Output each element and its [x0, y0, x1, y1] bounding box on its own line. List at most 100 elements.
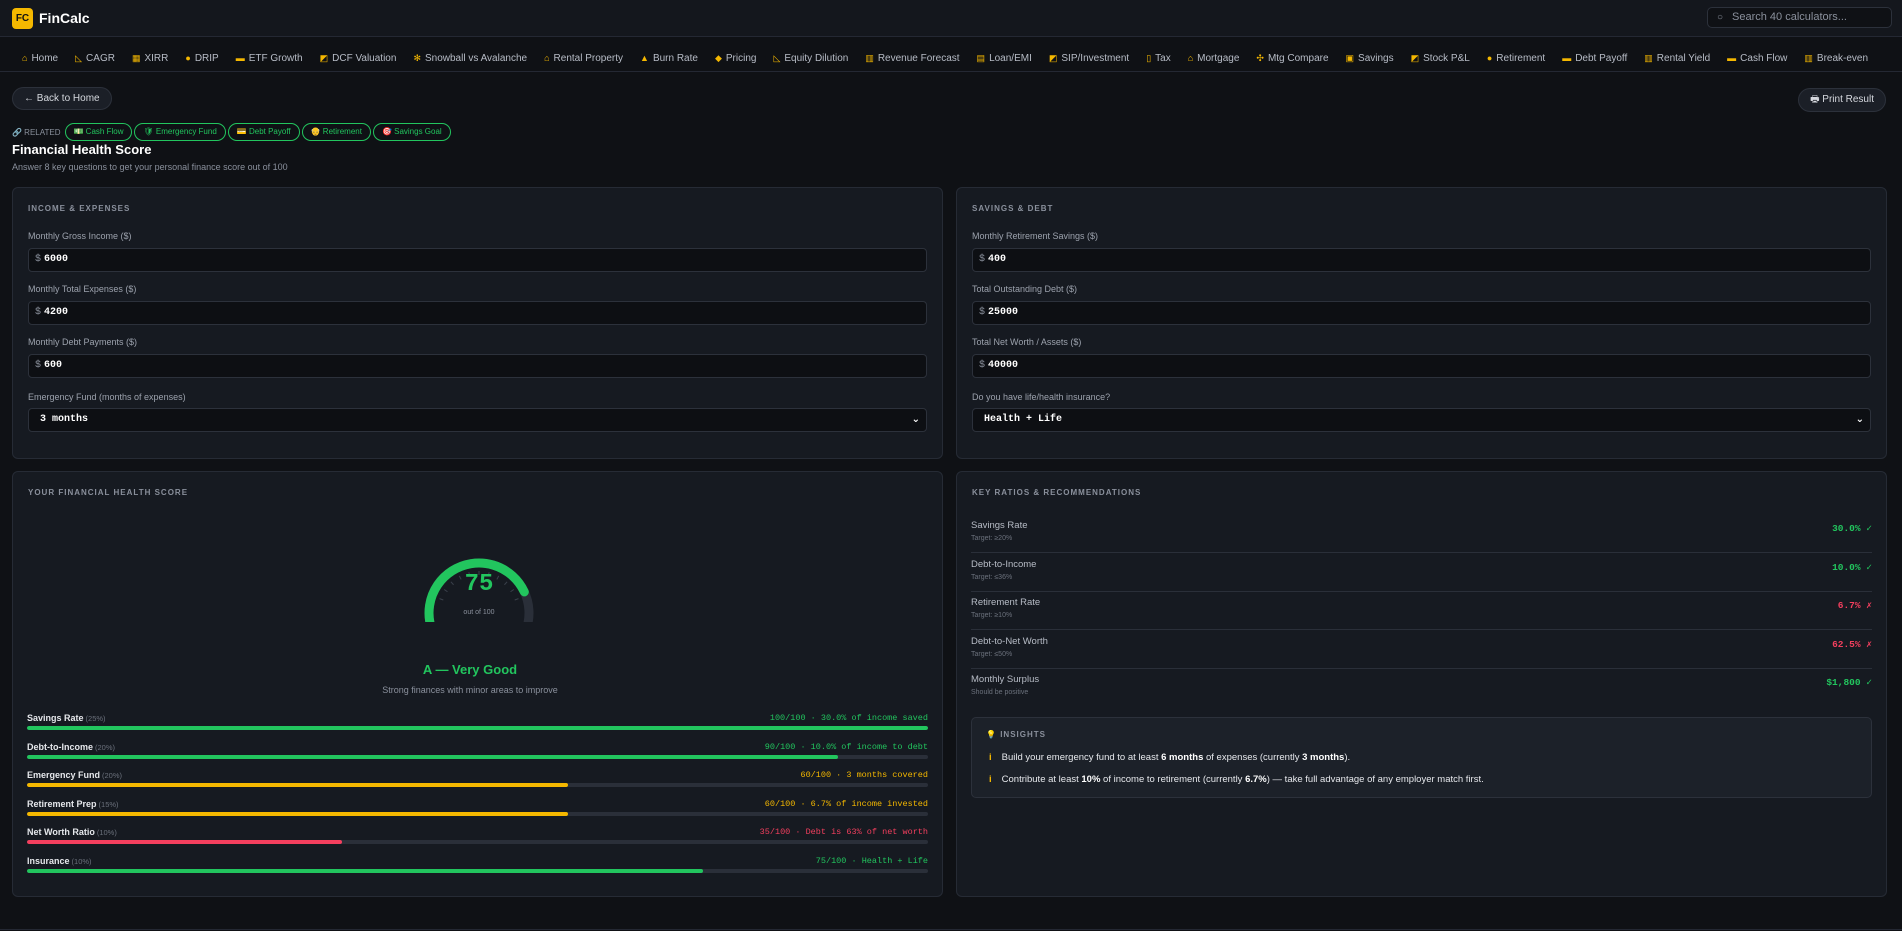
insurance-select[interactable]: Health + Life ⌄	[972, 408, 1871, 432]
ratio-row: Savings Rate Target: ≥20% 30.0% ✓	[971, 515, 1872, 553]
top-bar: FC FinCalc ○ Search 40 calculators...	[0, 0, 1902, 37]
nav-item-cagr[interactable]: ◺ CAGR	[75, 48, 115, 69]
chart-icon: ◩	[319, 53, 329, 63]
nav-item-mortgage[interactable]: ⌂ Mortgage	[1188, 48, 1240, 69]
breakdown-row: Net Worth Ratio (10%) 35/100 · Debt is 63%…	[27, 827, 928, 851]
breakdown-fill	[27, 783, 568, 788]
related-chip-emergency-fund[interactable]: 🛡 Emergency Fund	[134, 123, 226, 141]
retirement-savings-input[interactable]: $400	[972, 248, 1871, 272]
ratio-label: Debt-to-Net Worth	[971, 635, 1048, 647]
breakdown-fill	[27, 811, 568, 816]
nav-item-label: Snowball vs Avalanche	[424, 53, 528, 64]
nav-item-label: Rental Yield	[1656, 53, 1711, 64]
breakdown-label-text: Emergency Fund	[27, 770, 101, 781]
search-input[interactable]: ○ Search 40 calculators...	[1707, 7, 1892, 28]
breakdown-row: Insurance (10%) 75/100 · Health + Life	[27, 856, 928, 880]
retirement-savings-value: 400	[988, 254, 1007, 265]
breakdown-label-text: Insurance	[27, 856, 70, 866]
insight-emphasis: 6.7%	[1245, 774, 1267, 785]
gross-income-input[interactable]: $6000	[28, 248, 927, 272]
insight-text: of expenses (currently	[1203, 752, 1303, 763]
debt-payments-input[interactable]: $600	[28, 354, 927, 378]
nav-item-rental-yield[interactable]: ▥ Rental Yield	[1644, 48, 1710, 69]
tag-icon: ◆	[714, 53, 722, 63]
document-icon: ▤	[976, 53, 986, 63]
insight-emphasis: 6 months	[1161, 752, 1204, 763]
emergency-fund-select[interactable]: 3 months ⌄	[28, 408, 927, 432]
nav-item-etf-growth[interactable]: ▬ ETF Growth	[236, 48, 303, 69]
nav-item-xirr[interactable]: ▦ XIRR	[132, 48, 168, 69]
nav-item-label: Mortgage	[1197, 53, 1240, 64]
ratio-row: Monthly Surplus Should be positive $1,800 …	[971, 669, 1872, 707]
building-icon: ▥	[1644, 53, 1653, 63]
insight-emphasis: 10%	[1081, 774, 1101, 785]
nav-item-mtg-compare[interactable]: ✣ Mtg Compare	[1256, 48, 1328, 69]
nav-item-snowball-vs-avalanche[interactable]: ✻ Snowball vs Avalanche	[413, 48, 527, 69]
related-calculators: 🔗 RELATED 💵 Cash Flow 🛡 Emergency Fund 💳…	[12, 123, 451, 141]
retirement-icon: ●	[1486, 53, 1493, 63]
trend-icon: ◩	[1048, 53, 1058, 63]
nav-item-loan-emi[interactable]: ▤ Loan/EMI	[977, 48, 1032, 69]
nav-item-revenue-forecast[interactable]: ▥ Revenue Forecast	[865, 48, 959, 69]
nav-item-home[interactable]: ⌂ Home	[22, 48, 58, 69]
nav-item-sip-investment[interactable]: ◩ SIP/Investment	[1049, 48, 1129, 69]
nav-item-break-even[interactable]: ▥ Break-even	[1804, 48, 1868, 69]
ratio-value: 10.0% ✓	[1832, 561, 1872, 573]
breakdown-row: Retirement Prep (15%) 60/100 · 6.7% of inc…	[27, 799, 928, 823]
nav-item-retirement[interactable]: ● Retirement	[1487, 48, 1545, 69]
insights-panel: 💡 INSIGHTS i Build your emergency fund to…	[971, 717, 1872, 798]
back-to-home-button[interactable]: ← Back to Home	[12, 87, 112, 110]
app-name[interactable]: FinCalc	[39, 10, 90, 26]
net-worth-input[interactable]: $40000	[972, 354, 1871, 378]
ratio-label: Monthly Surplus	[971, 674, 1040, 686]
breakdown-value: 60/100 · 3 months covered	[800, 770, 928, 781]
ratio-label: Retirement Rate	[971, 597, 1041, 609]
nav-item-equity-dilution[interactable]: ◺ Equity Dilution	[773, 48, 848, 69]
insurance-value: Health + Life	[984, 414, 1063, 425]
receipt-icon: ▯	[1146, 53, 1152, 63]
calculator-nav: ⌂ Home ◺ CAGR ▦ XIRR ● DRIP ▬ ETF Growth ◩ DCF Valu…	[0, 48, 1902, 72]
breakdown-value: 60/100 · 6.7% of income invested	[764, 798, 928, 809]
nav-item-cash-flow[interactable]: ▬ Cash Flow	[1727, 48, 1787, 69]
breakdown-fill	[27, 869, 703, 873]
bar-chart-icon: ▥	[1804, 53, 1813, 63]
print-result-button[interactable]: 🖶 Print Result	[1798, 88, 1886, 112]
ratio-value: $1,800 ✓	[1826, 677, 1872, 689]
breakdown-track	[27, 869, 928, 873]
ratio-value: 30.0% ✓	[1832, 523, 1872, 534]
nav-item-label: Tax	[1155, 53, 1171, 64]
nav-item-label: Savings	[1358, 53, 1394, 64]
gauge-tick	[504, 581, 508, 586]
nav-item-debt-payoff[interactable]: ▬ Debt Payoff	[1562, 48, 1627, 69]
related-chip-retirement[interactable]: 👴 Retirement	[301, 123, 371, 141]
chevron-down-icon: ⌄	[1855, 414, 1864, 425]
related-chip-debt-payoff[interactable]: 💳 Debt Payoff	[227, 123, 300, 141]
nav-item-savings[interactable]: ▣ Savings	[1346, 48, 1394, 69]
app-logo[interactable]: FC	[12, 8, 33, 29]
breakdown-weight: (25%)	[85, 714, 106, 723]
nav-item-rental-property[interactable]: ⌂ Rental Property	[544, 48, 623, 69]
nav-item-burn-rate[interactable]: ▲ Burn Rate	[640, 48, 698, 69]
breakdown-fill	[27, 754, 838, 759]
search-icon: ○	[1717, 12, 1724, 23]
nav-item-label: Loan/EMI	[989, 53, 1032, 64]
nav-item-drip[interactable]: ● DRIP	[185, 48, 218, 69]
gauge-tick	[510, 589, 515, 593]
related-chip-cash-flow[interactable]: 💵 Cash Flow	[64, 123, 133, 141]
chevron-down-icon: ⌄	[911, 414, 920, 425]
related-chip-savings-goal[interactable]: 🎯 Savings Goal	[372, 123, 451, 141]
nav-item-label: Burn Rate	[652, 53, 698, 64]
ratio-target: Should be positive	[971, 689, 1029, 697]
insights-heading: 💡 INSIGHTS	[986, 730, 1046, 739]
outstanding-debt-input[interactable]: $25000	[972, 301, 1871, 325]
expenses-input[interactable]: $4200	[28, 301, 927, 325]
ratio-row: Debt-to-Net Worth Target: ≤50% 62.5% ✗	[971, 631, 1872, 669]
emergency-fund-label: Emergency Fund (months of expenses)	[28, 392, 186, 402]
nav-item-tax[interactable]: ▯ Tax	[1146, 48, 1171, 69]
nav-item-dcf-valuation[interactable]: ◩ DCF Valuation	[320, 48, 397, 69]
nav-item-stock-p-l[interactable]: ◩ Stock P&L	[1411, 48, 1470, 69]
nav-item-pricing[interactable]: ◆ Pricing	[715, 48, 757, 69]
compare-icon: ✣	[1256, 53, 1264, 63]
breakdown-value: 35/100 · Debt is 63% of net worth	[759, 827, 928, 838]
house-icon: ⌂	[544, 53, 550, 63]
